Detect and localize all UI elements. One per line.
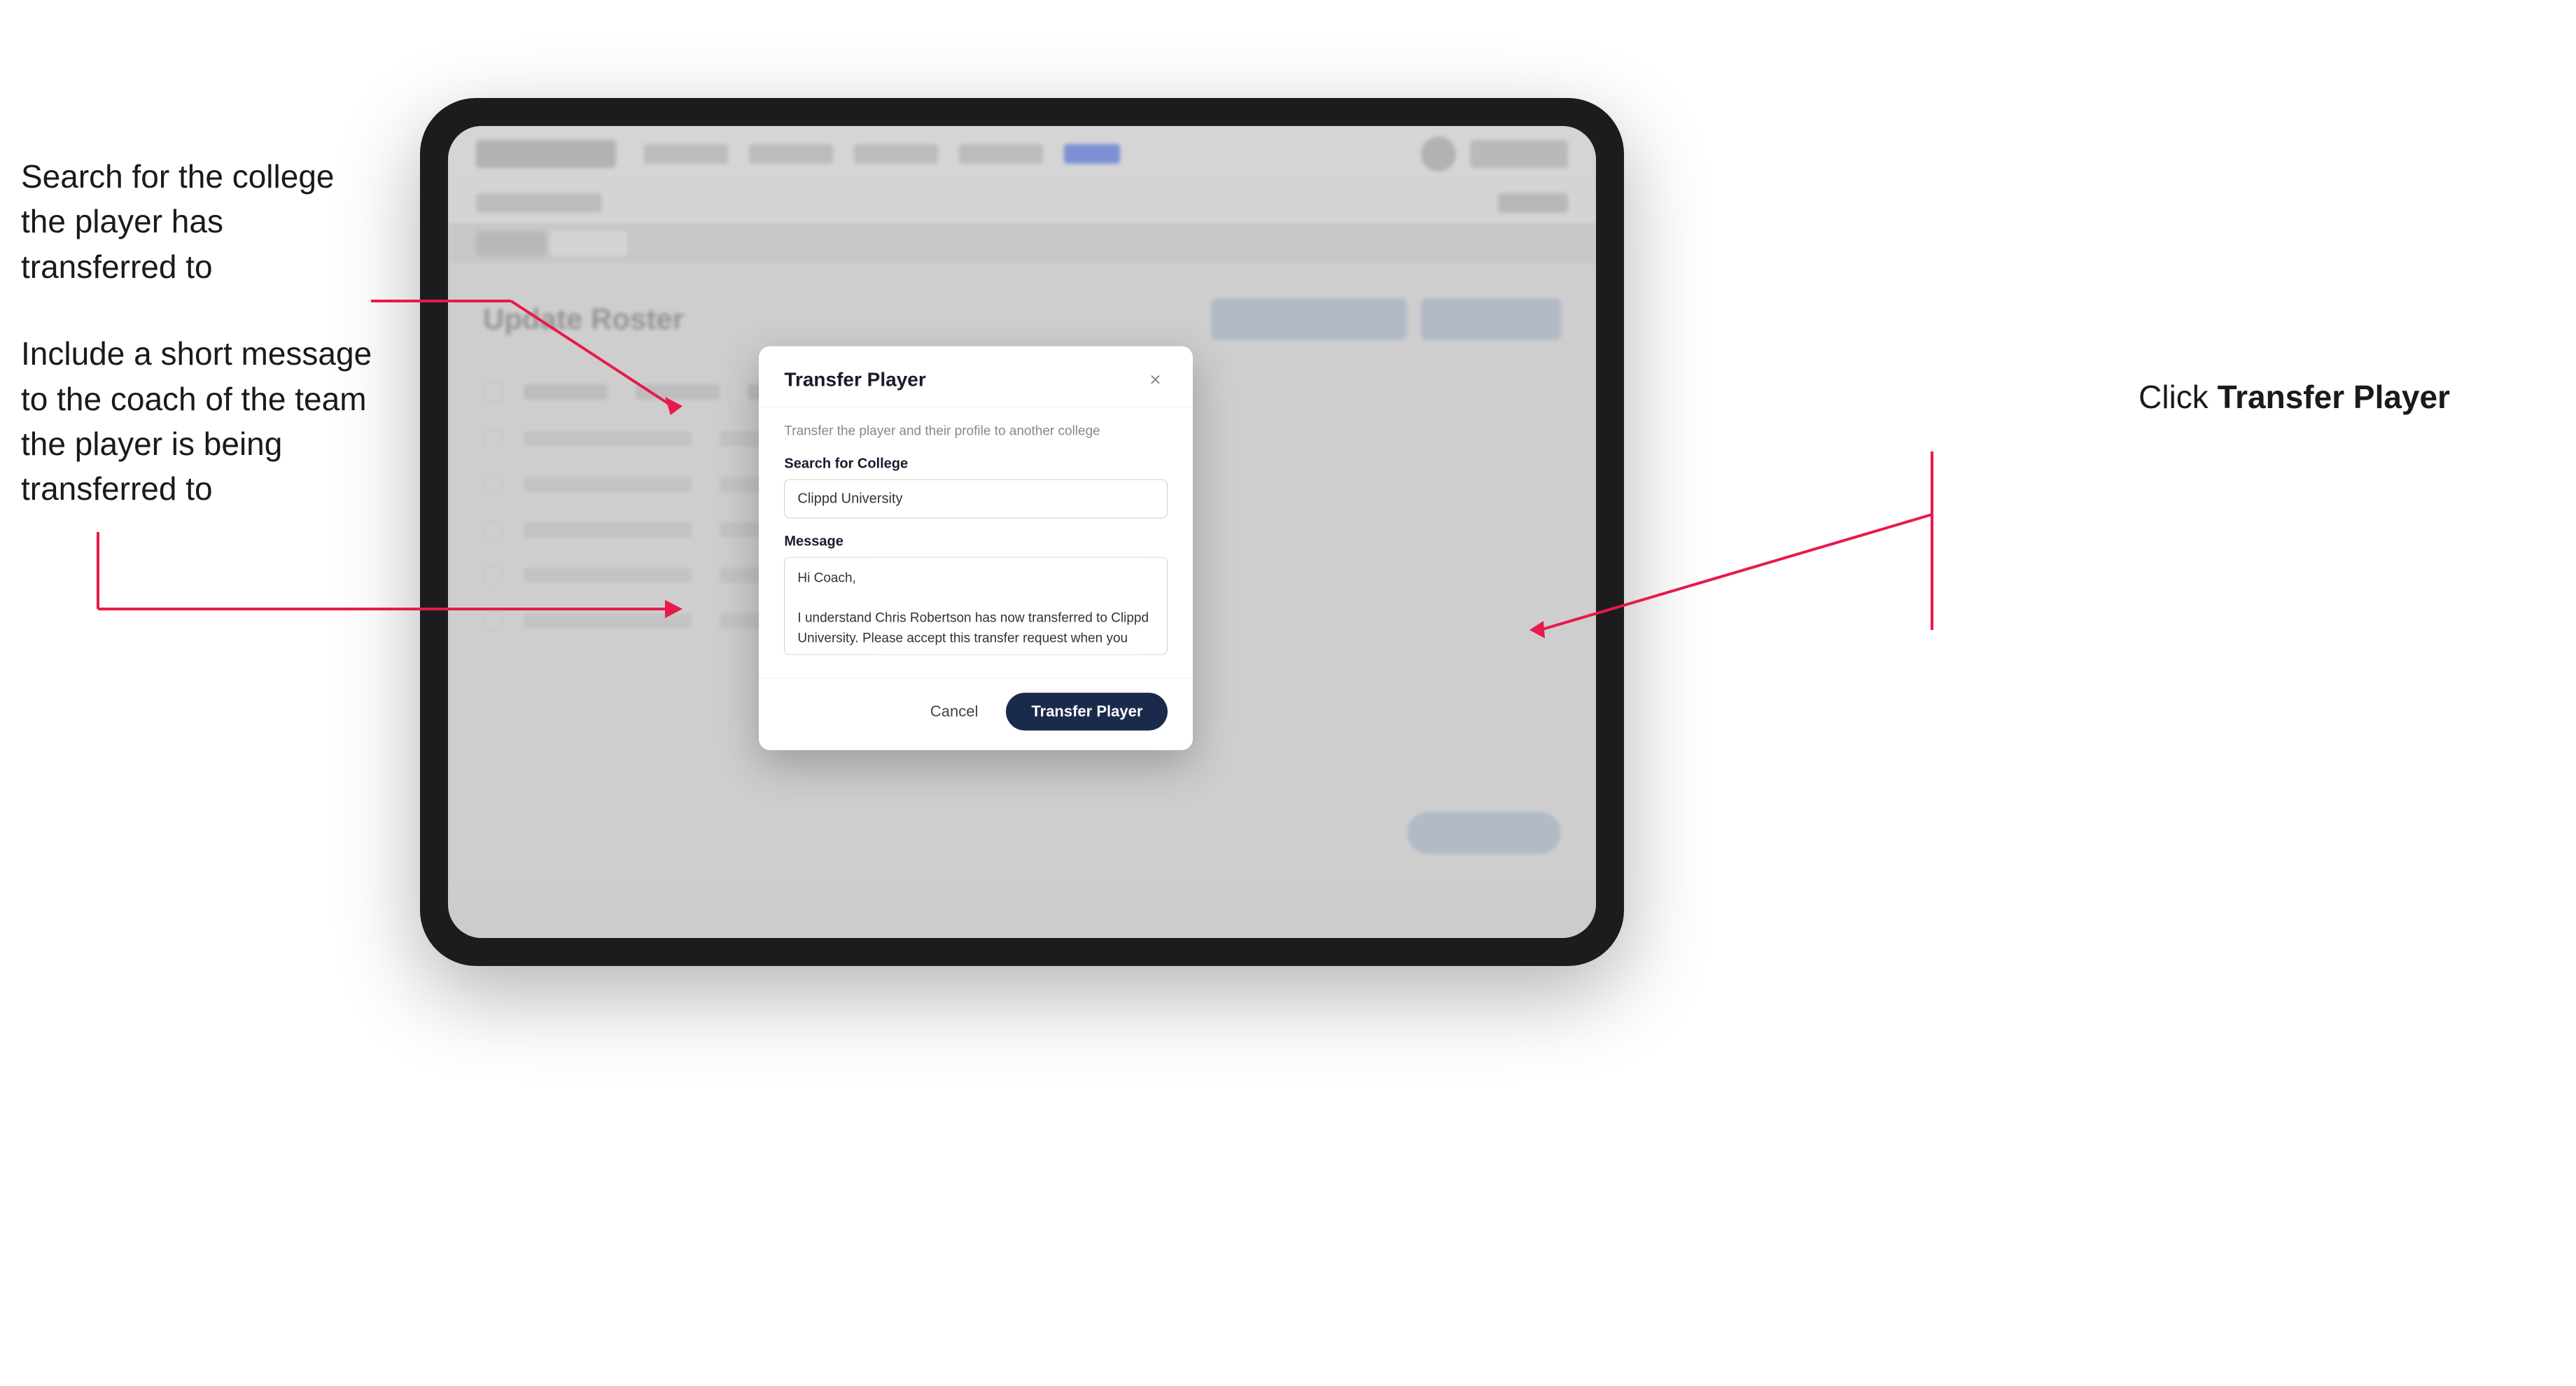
modal-title: Transfer Player (784, 369, 925, 391)
message-label: Message (784, 534, 1168, 550)
search-college-label: Search for College (784, 456, 1168, 472)
modal-close-button[interactable]: × (1142, 368, 1168, 393)
cancel-button[interactable]: Cancel (916, 694, 992, 729)
modal-body: Transfer the player and their profile to… (759, 407, 1193, 678)
annotation-left: Search for the college the player has tr… (21, 154, 385, 554)
transfer-player-modal: Transfer Player × Transfer the player an… (759, 346, 1193, 750)
annotation-left-top: Search for the college the player has tr… (21, 154, 385, 289)
annotation-right-bold: Transfer Player (2218, 379, 2450, 415)
tablet-frame: Update Roster (420, 98, 1624, 966)
modal-footer: Cancel Transfer Player (759, 678, 1193, 750)
message-textarea[interactable] (784, 557, 1168, 655)
transfer-player-button[interactable]: Transfer Player (1006, 693, 1168, 731)
modal-overlay: Transfer Player × Transfer the player an… (448, 126, 1596, 938)
search-college-input[interactable] (784, 479, 1168, 519)
modal-subtitle: Transfer the player and their profile to… (784, 424, 1168, 440)
annotation-right-text: Click (2138, 379, 2217, 415)
annotation-left-bottom: Include a short message to the coach of … (21, 331, 385, 512)
modal-header: Transfer Player × (759, 346, 1193, 407)
tablet-screen: Update Roster (448, 126, 1596, 938)
annotation-right: Click Transfer Player (2138, 378, 2450, 416)
